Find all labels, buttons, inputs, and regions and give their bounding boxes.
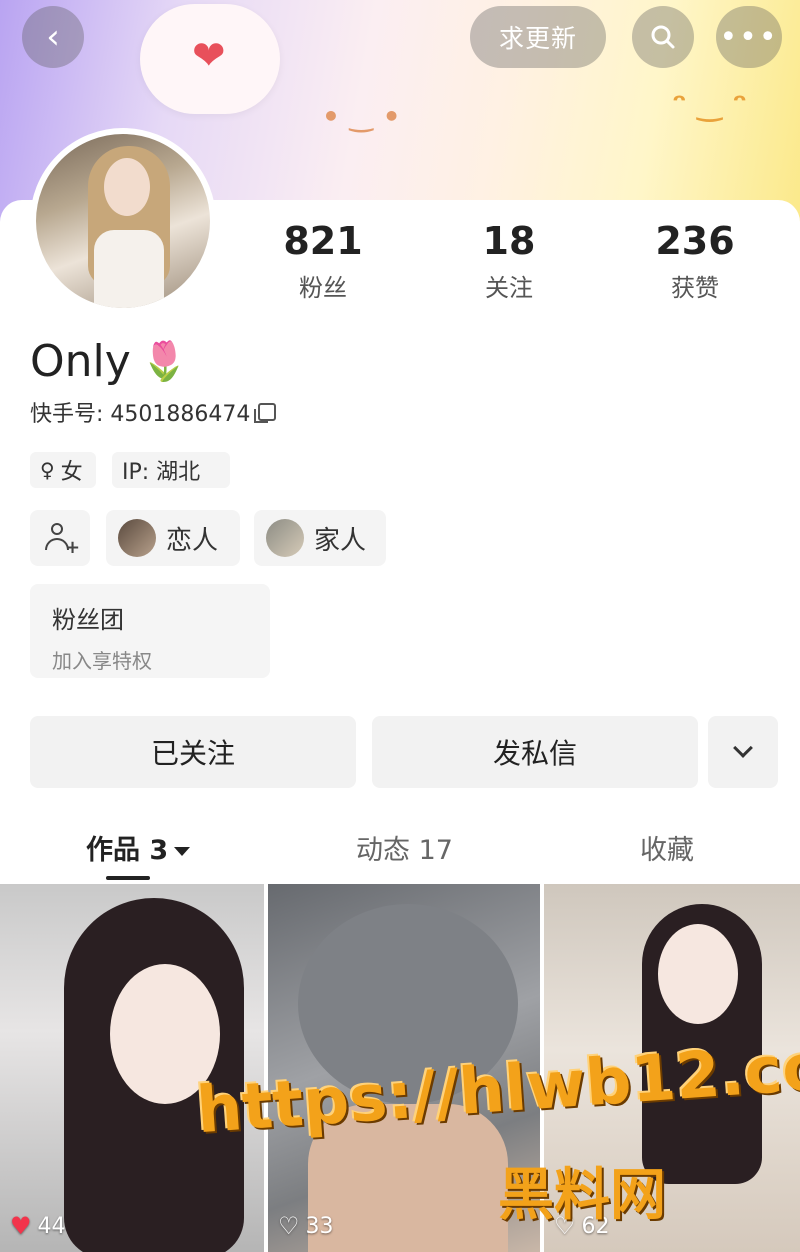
lover-avatar [118, 519, 156, 557]
tulip-icon: 🌷 [140, 339, 189, 383]
add-person-icon: + [45, 523, 80, 557]
stat-label: 获赞 [671, 274, 719, 302]
watermark-site: 黑料网 [498, 1163, 666, 1228]
back-button[interactable]: ‹ [22, 6, 84, 68]
fan-club-card[interactable]: 粉丝团 加入享特权 [30, 584, 270, 678]
more-icon: ••• [719, 19, 779, 55]
search-icon [651, 25, 675, 49]
gender-text: 女 [60, 460, 83, 485]
tab-feed[interactable]: 动态 17 [356, 828, 453, 867]
avatar[interactable] [30, 128, 216, 314]
heart-icon: ❤ [192, 33, 226, 79]
like-count: ♥ 44 [10, 1212, 66, 1240]
user-id: 快手号: 4501886474 [30, 396, 277, 428]
expand-button[interactable] [708, 716, 778, 788]
heart-filled-icon: ♥ [10, 1212, 32, 1240]
stat-value: 236 [655, 219, 735, 263]
sun-face-decoration: ᵔ ‿ ᵔ [672, 88, 747, 123]
relation-label: 恋人 [166, 525, 219, 556]
ip-tag: IP: 湖北 [112, 452, 230, 488]
search-button[interactable] [632, 6, 694, 68]
caret-down-icon [174, 847, 191, 856]
content-tabs: 作品 3 动态 17 收藏 [0, 818, 800, 884]
gender-tag: ♀ 女 [30, 452, 96, 488]
chevron-down-icon [733, 738, 753, 758]
smiley-decoration: • ‿ • [322, 100, 401, 133]
stat-likes[interactable]: 236 获赞 [620, 218, 770, 303]
add-relation-button[interactable]: + [30, 510, 90, 566]
more-options-button[interactable]: ••• [716, 6, 782, 68]
send-message-button[interactable]: 发私信 [372, 716, 698, 788]
stat-following[interactable]: 18 关注 [434, 218, 584, 303]
chevron-left-icon: ‹ [46, 17, 60, 57]
tab-favorites[interactable]: 收藏 [640, 828, 694, 867]
relation-lover[interactable]: 恋人 [106, 510, 240, 566]
request-update-button[interactable]: 求更新 [470, 6, 606, 68]
female-icon: ♀ [40, 458, 55, 482]
fan-club-title: 粉丝团 [52, 606, 124, 634]
like-count: ♡ 33 [278, 1212, 334, 1240]
followed-button[interactable]: 已关注 [30, 716, 356, 788]
relation-family[interactable]: 家人 [254, 510, 386, 566]
stat-label: 粉丝 [299, 274, 347, 302]
stat-value: 821 [283, 219, 363, 263]
fan-club-subtitle: 加入享特权 [52, 649, 152, 673]
tab-works[interactable]: 作品 3 [86, 828, 191, 867]
stats-bar: 821 粉丝 18 关注 236 获赞 [230, 218, 800, 308]
video-thumbnail[interactable]: ♥ 44 [0, 884, 264, 1252]
relation-label: 家人 [314, 525, 367, 556]
heart-outline-icon: ♡ [278, 1212, 300, 1240]
profile-name-text: Only [30, 336, 131, 387]
family-avatar [266, 519, 304, 557]
profile-name: Only 🌷 [30, 336, 188, 387]
stat-value: 18 [482, 219, 536, 263]
stat-followers[interactable]: 821 粉丝 [248, 218, 398, 303]
stat-label: 关注 [485, 274, 533, 302]
user-id-text: 快手号: 4501886474 [30, 402, 251, 427]
ip-text: IP: 湖北 [122, 460, 201, 485]
active-tab-indicator [106, 876, 150, 880]
copy-icon[interactable] [254, 403, 277, 423]
